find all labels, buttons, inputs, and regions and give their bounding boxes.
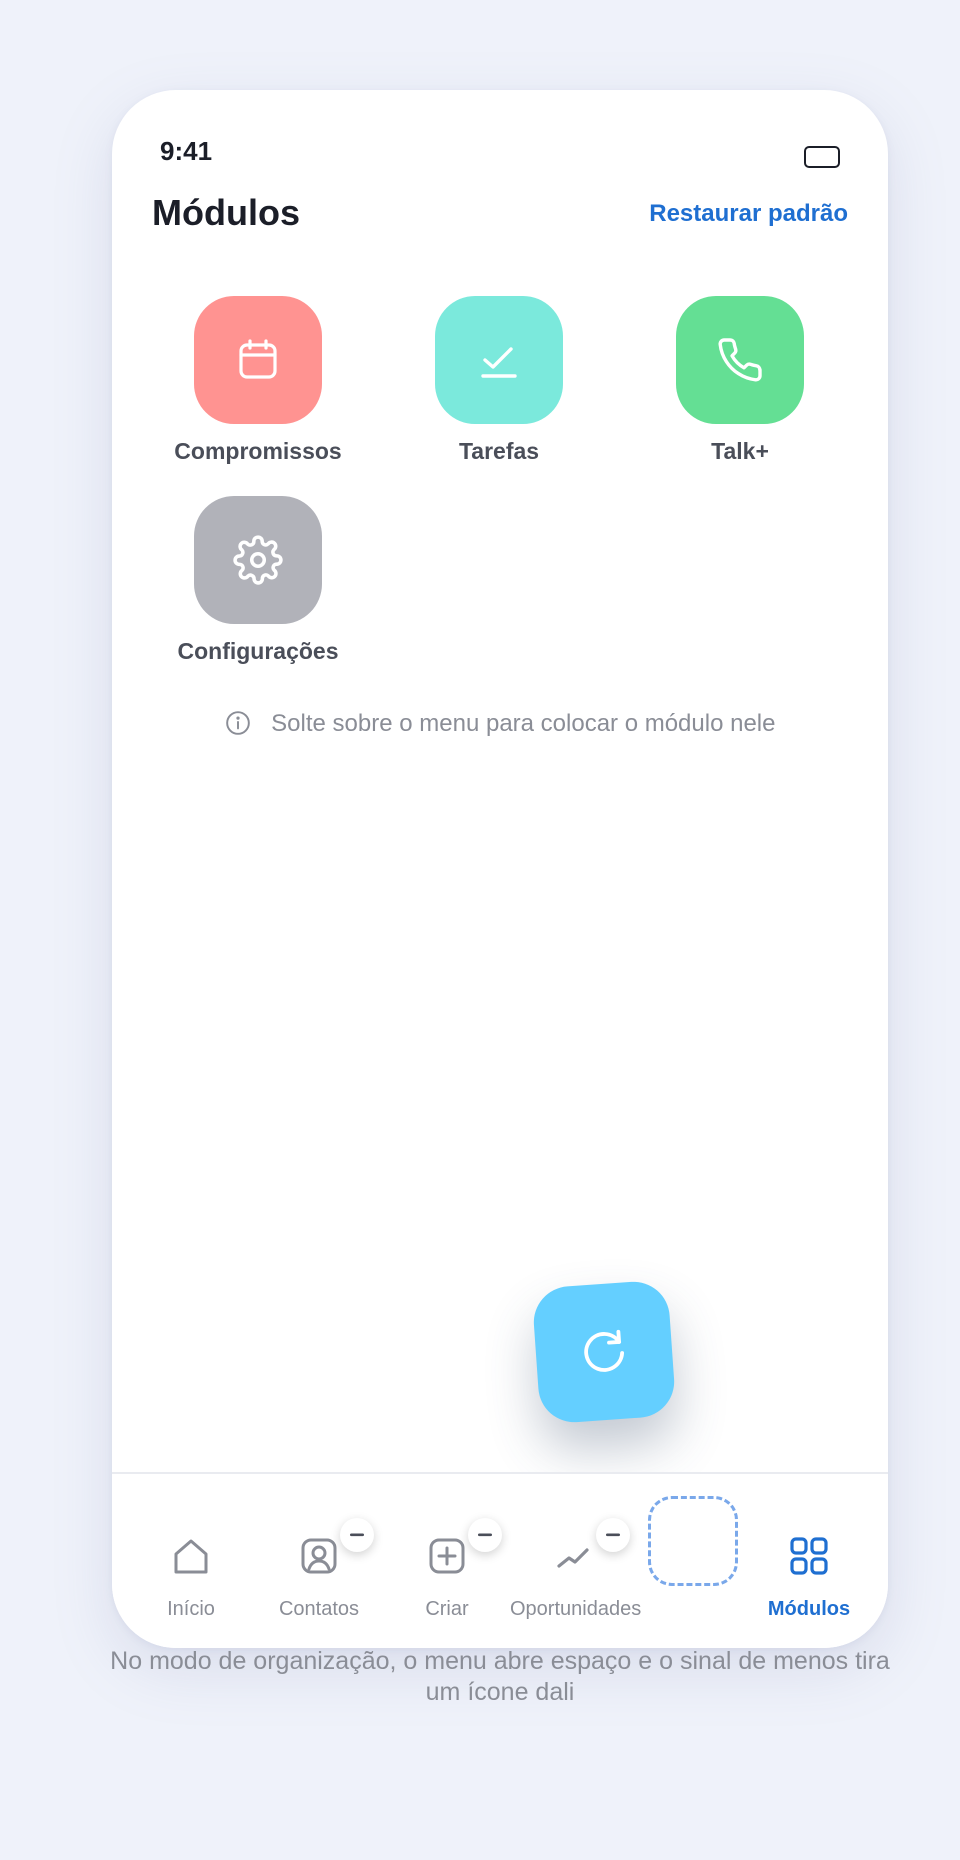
hint-text: Solte sobre o menu para colocar o módulo… [271, 710, 776, 737]
restore-default-button[interactable]: Restaurar padrão [649, 200, 848, 228]
battery-icon [804, 146, 840, 168]
module-configuracoes[interactable]: Configurações [138, 496, 378, 665]
minus-icon [606, 1533, 620, 1537]
remove-tab-button[interactable] [596, 1518, 630, 1552]
contact-icon [301, 1538, 337, 1574]
module-tile[interactable] [435, 296, 563, 424]
module-talk[interactable]: Talk+ [620, 296, 860, 465]
module-tile[interactable] [676, 296, 804, 424]
module-compromissos[interactable]: Compromissos [138, 296, 378, 465]
status-time: 9:41 [160, 136, 213, 166]
calendar-icon [239, 339, 277, 379]
phone-frame: 9:41 Módulos Restaurar padrão Compromiss… [112, 90, 888, 1648]
remove-tab-button[interactable] [468, 1518, 502, 1552]
module-label: Configurações [177, 638, 339, 664]
grid-icon [790, 1537, 828, 1575]
tab-label: Início [167, 1598, 215, 1620]
tab-label: Módulos [767, 1598, 851, 1620]
minus-icon [350, 1533, 364, 1537]
tab-label: Oportunidades [510, 1598, 642, 1620]
remove-tab-button[interactable] [340, 1518, 374, 1552]
drop-slot-placeholder[interactable] [648, 1496, 738, 1586]
info-icon [225, 710, 250, 735]
gear-icon [233, 535, 283, 585]
phone-icon [718, 338, 762, 382]
tab-label: Contatos [278, 1598, 360, 1620]
module-tarefas[interactable]: Tarefas [379, 296, 619, 465]
plus-icon [429, 1538, 465, 1574]
minus-icon [478, 1533, 492, 1537]
check-icon [481, 347, 517, 378]
module-label: Tarefas [458, 438, 540, 464]
drop-hint: Solte sobre o menu para colocar o módulo… [112, 710, 888, 738]
page-title: Módulos [152, 192, 300, 233]
module-tile[interactable] [194, 296, 322, 424]
home-icon [174, 1539, 208, 1574]
module-tile[interactable] [194, 496, 322, 624]
refresh-icon [584, 1329, 625, 1372]
module-label: Talk+ [711, 438, 769, 464]
tab-label: Criar [425, 1598, 469, 1620]
trend-icon [557, 1548, 589, 1568]
module-label: Compromissos [174, 438, 342, 464]
dragging-module[interactable] [531, 1279, 677, 1425]
caption: No modo de organização, o menu abre espa… [110, 1647, 890, 1706]
bottom-tab-bar: Início Contatos Criar Oportunidades Módu… [112, 1472, 888, 1648]
